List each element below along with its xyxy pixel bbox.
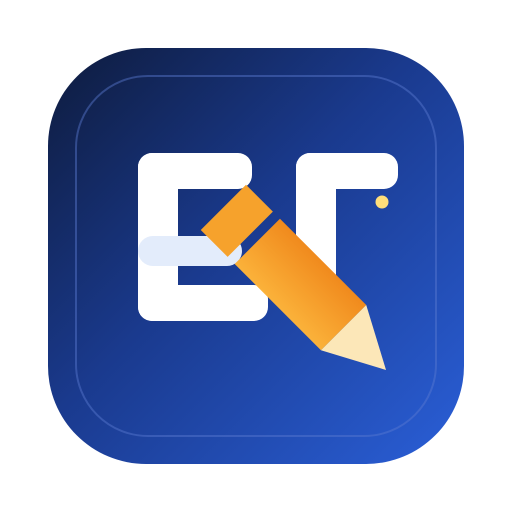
icon-canvas [0, 0, 512, 512]
app-icon[interactable] [0, 0, 512, 512]
sparkle-dot [375, 195, 389, 209]
